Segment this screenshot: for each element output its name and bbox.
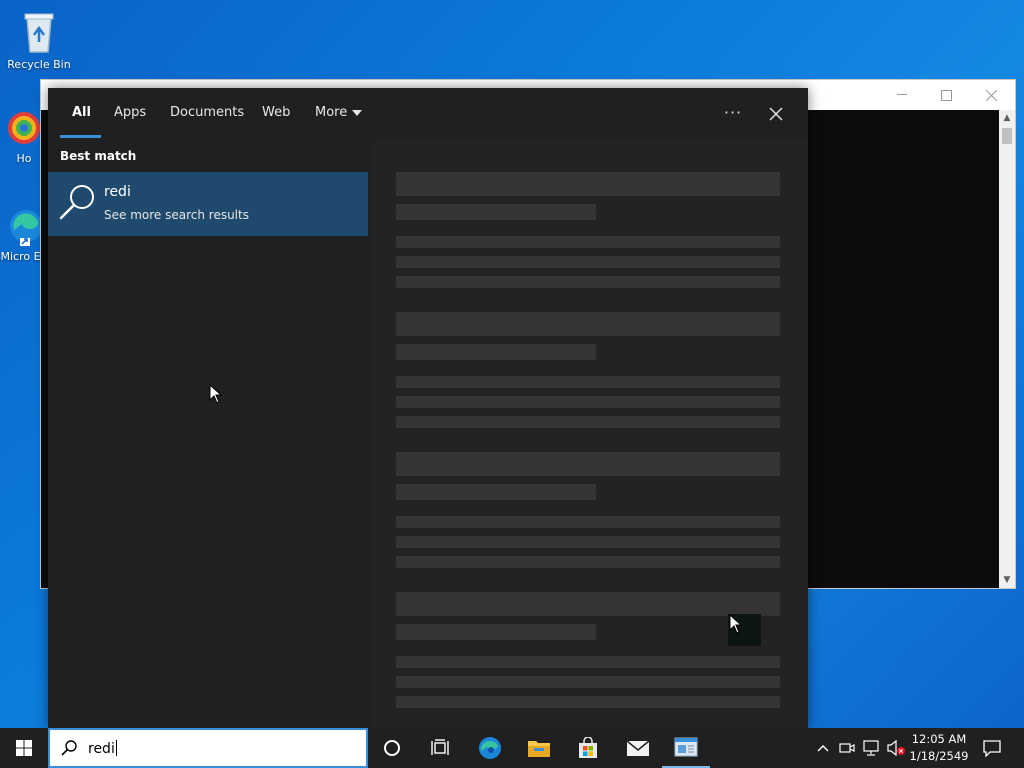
mail-envelope-icon: [626, 740, 650, 756]
best-match-heading: Best match: [60, 149, 137, 163]
tab-label: All: [72, 105, 91, 120]
vertical-scrollbar[interactable]: ▲ ▼: [999, 110, 1015, 588]
busy-pointer-icon: [729, 614, 743, 634]
windows-logo-icon: [16, 740, 32, 756]
skeleton-line: [396, 276, 780, 288]
skeleton-heading: [396, 592, 780, 616]
skeleton-line: [396, 656, 780, 668]
mouse-pointer-icon: [209, 384, 223, 404]
taskbar-search-box[interactable]: redi: [48, 728, 368, 768]
show-hidden-icons-button[interactable]: [812, 728, 834, 768]
tab-documents[interactable]: Documents: [170, 88, 244, 140]
camera-icon: [839, 743, 855, 753]
minimize-icon: [896, 94, 907, 95]
clock-date: 1/18/2549: [909, 749, 969, 763]
skeleton-heading: [396, 312, 780, 336]
skeleton-line: [396, 396, 780, 408]
taskbar-clock[interactable]: 12:05 AM 1/18/2549: [906, 731, 972, 765]
skeleton-line: [396, 376, 780, 388]
skeleton-line: [396, 556, 780, 568]
store-bag-icon: [579, 737, 597, 758]
best-match-subtitle: See more search results: [104, 208, 249, 222]
volume-muted-icon: [887, 740, 905, 756]
skeleton-line: [396, 236, 780, 248]
tab-label: Apps: [114, 105, 147, 120]
search-icon: [59, 185, 94, 220]
chevron-up-icon: [817, 745, 829, 752]
skeleton-line: [396, 696, 780, 708]
close-icon: [986, 89, 997, 101]
recycle-bin-glyph: [24, 13, 54, 53]
notification-center-icon: [983, 740, 1001, 757]
tab-apps[interactable]: Apps: [114, 88, 146, 140]
search-icon: [61, 740, 77, 756]
options-button[interactable]: ···: [718, 100, 748, 128]
scroll-up-icon[interactable]: ▲: [999, 110, 1015, 126]
search-input-value: redi: [88, 741, 115, 757]
edge-browser-icon: [479, 737, 501, 759]
best-match-title: redi: [104, 184, 131, 200]
skeleton-subheading: [396, 484, 596, 500]
running-app-button[interactable]: [662, 728, 710, 768]
scroll-thumb[interactable]: [1002, 128, 1012, 144]
skeleton-line: [396, 256, 780, 268]
store-button[interactable]: [564, 728, 612, 768]
volume-button[interactable]: [884, 728, 908, 768]
cortana-button[interactable]: [368, 728, 416, 768]
file-explorer-button[interactable]: [515, 728, 563, 768]
taskbar: redi 12:05 AM 1/18/2549: [0, 728, 1024, 768]
maximize-icon: [941, 89, 952, 101]
tab-more[interactable]: More: [315, 88, 363, 140]
cortana-circle-icon: [384, 740, 400, 756]
scroll-down-icon[interactable]: ▼: [999, 572, 1015, 588]
network-icon: [863, 740, 879, 756]
search-close-button[interactable]: [761, 100, 791, 128]
skeleton-heading: [396, 452, 780, 476]
edge-glyph: [10, 210, 42, 246]
tab-label: More: [315, 105, 348, 120]
mail-button[interactable]: [614, 728, 662, 768]
skeleton-line: [396, 516, 780, 528]
clock-time: 12:05 AM: [911, 732, 967, 746]
tab-web[interactable]: Web: [262, 88, 290, 140]
best-match-result[interactable]: redi See more search results: [48, 172, 368, 236]
tab-label: Documents: [170, 105, 245, 120]
skeleton-subheading: [396, 204, 596, 220]
skeleton-subheading: [396, 344, 596, 360]
start-button[interactable]: [0, 728, 48, 768]
skeleton-subheading: [396, 624, 596, 640]
chevron-down-icon: [352, 109, 363, 116]
skeleton-line: [396, 416, 780, 428]
maximize-button[interactable]: [924, 80, 969, 110]
notifications-button[interactable]: [976, 728, 1008, 768]
folder-icon: [528, 741, 550, 757]
results-column: Best match redi See more search results: [48, 140, 372, 728]
search-input-text[interactable]: redi: [88, 740, 117, 757]
minimize-button[interactable]: [879, 80, 924, 110]
text-caret: [115, 740, 117, 756]
tab-all[interactable]: All: [72, 88, 91, 140]
desktop-icon-label: Ho: [16, 152, 32, 165]
window-app-icon: [674, 737, 698, 757]
skeleton-line: [396, 676, 780, 688]
window-close-button[interactable]: [969, 80, 1014, 110]
network-button[interactable]: [860, 728, 884, 768]
recycle-bin-icon[interactable]: Recycle Bin: [4, 8, 74, 71]
active-tab-indicator: [60, 135, 101, 138]
search-tabs: All Apps Documents Web More ···: [48, 88, 808, 140]
skeleton-line: [396, 536, 780, 548]
task-view-button[interactable]: [416, 728, 464, 768]
close-icon: [769, 107, 783, 121]
meet-now-button[interactable]: [836, 728, 858, 768]
tab-label: Web: [262, 105, 291, 120]
ellipsis-icon: ···: [723, 103, 743, 122]
task-view-icon: [431, 739, 449, 755]
desktop-icon-label: Recycle Bin: [7, 58, 71, 71]
colorful-app-glyph: [8, 112, 40, 144]
edge-taskbar-button[interactable]: [466, 728, 514, 768]
skeleton-heading: [396, 172, 780, 196]
search-panel: All Apps Documents Web More ··· Best mat…: [48, 88, 808, 728]
